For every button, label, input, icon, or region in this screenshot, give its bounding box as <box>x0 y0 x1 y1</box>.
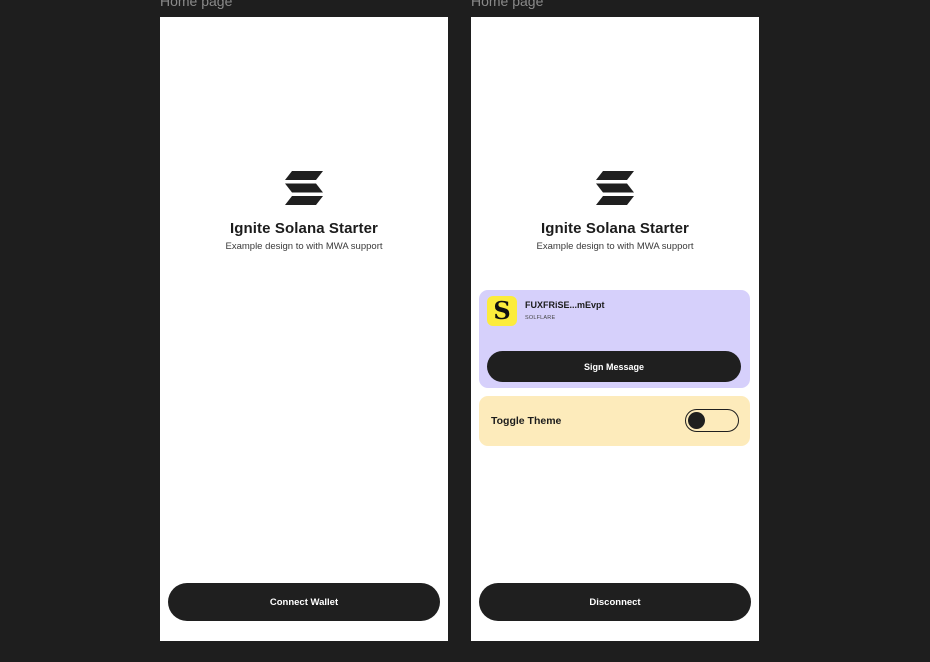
disconnect-button[interactable]: Disconnect <box>479 583 751 621</box>
theme-toggle-card: Toggle Theme <box>479 396 750 446</box>
wallet-card: S FUXFRiSE...mEvpt SOLFLARE Sign Message <box>479 290 750 388</box>
app-subtitle: Example design to with MWA support <box>536 241 694 252</box>
app-subtitle: Example design to with MWA support <box>225 241 383 252</box>
home-page-connected: Ignite Solana Starter Example design to … <box>471 17 759 641</box>
wallet-address: FUXFRiSE...mEvpt <box>525 300 605 310</box>
frame-label-2: Home page <box>471 0 544 9</box>
theme-toggle-switch[interactable] <box>685 409 739 432</box>
toggle-knob <box>688 412 705 429</box>
frame-label-1: Home page <box>160 0 233 9</box>
solana-logo-icon <box>596 171 634 205</box>
app-title: Ignite Solana Starter <box>230 220 378 237</box>
connect-wallet-button[interactable]: Connect Wallet <box>168 583 440 621</box>
wallet-name: SOLFLARE <box>525 315 556 321</box>
toggle-theme-label: Toggle Theme <box>491 415 562 427</box>
app-title: Ignite Solana Starter <box>541 220 689 237</box>
solana-logo-icon <box>285 171 323 205</box>
home-page-disconnected: Ignite Solana Starter Example design to … <box>160 17 448 641</box>
solflare-logo-icon: S <box>487 296 517 326</box>
sign-message-button[interactable]: Sign Message <box>487 351 741 382</box>
